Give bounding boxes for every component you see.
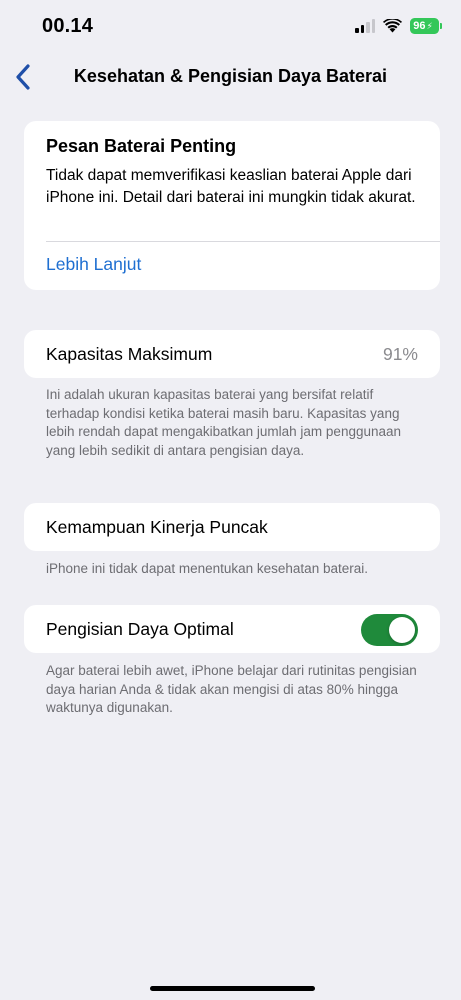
toggle-knob bbox=[389, 617, 415, 643]
cellular-signal-icon bbox=[355, 19, 375, 33]
optimized-charging-row: Pengisian Daya Optimal bbox=[24, 605, 440, 653]
battery-charging-icon: 96 ⚡ bbox=[410, 18, 442, 34]
optimized-charging-toggle[interactable] bbox=[361, 614, 418, 646]
important-message-title: Pesan Baterai Penting bbox=[46, 136, 237, 156]
important-message-body: Tidak dapat memverifikasi keaslian bater… bbox=[46, 167, 416, 206]
status-bar: 00.14 96 ⚡ bbox=[0, 0, 461, 52]
home-indicator[interactable] bbox=[150, 986, 315, 991]
maximum-capacity-label: Kapasitas Maksimum bbox=[46, 344, 213, 364]
wifi-icon bbox=[383, 19, 402, 33]
peak-performance-note: iPhone ini tidak dapat menentukan keseha… bbox=[46, 561, 368, 576]
optimized-charging-label: Pengisian Daya Optimal bbox=[46, 619, 234, 639]
optimized-charging-note: Agar baterai lebih awet, iPhone belajar … bbox=[46, 663, 417, 715]
battery-level: 96 bbox=[413, 20, 426, 32]
peak-performance-row: Kemampuan Kinerja Puncak bbox=[24, 503, 440, 551]
learn-more-link[interactable]: Lebih Lanjut bbox=[46, 254, 141, 275]
maximum-capacity-row: Kapasitas Maksimum 91% bbox=[24, 330, 440, 378]
important-battery-message-card: Pesan Baterai Penting Tidak dapat memver… bbox=[24, 121, 440, 290]
maximum-capacity-value: 91% bbox=[382, 344, 418, 364]
status-time: 00.14 bbox=[42, 15, 94, 37]
bolt-icon: ⚡ bbox=[426, 20, 433, 31]
status-indicators: 96 ⚡ bbox=[355, 18, 442, 34]
divider bbox=[46, 241, 440, 242]
navigation-bar: Kesehatan & Pengisian Daya Baterai bbox=[0, 55, 461, 99]
maximum-capacity-note: Ini adalah ukuran kapasitas baterai yang… bbox=[46, 387, 402, 458]
page-title: Kesehatan & Pengisian Daya Baterai bbox=[73, 66, 388, 86]
peak-performance-label: Kemampuan Kinerja Puncak bbox=[46, 517, 268, 537]
